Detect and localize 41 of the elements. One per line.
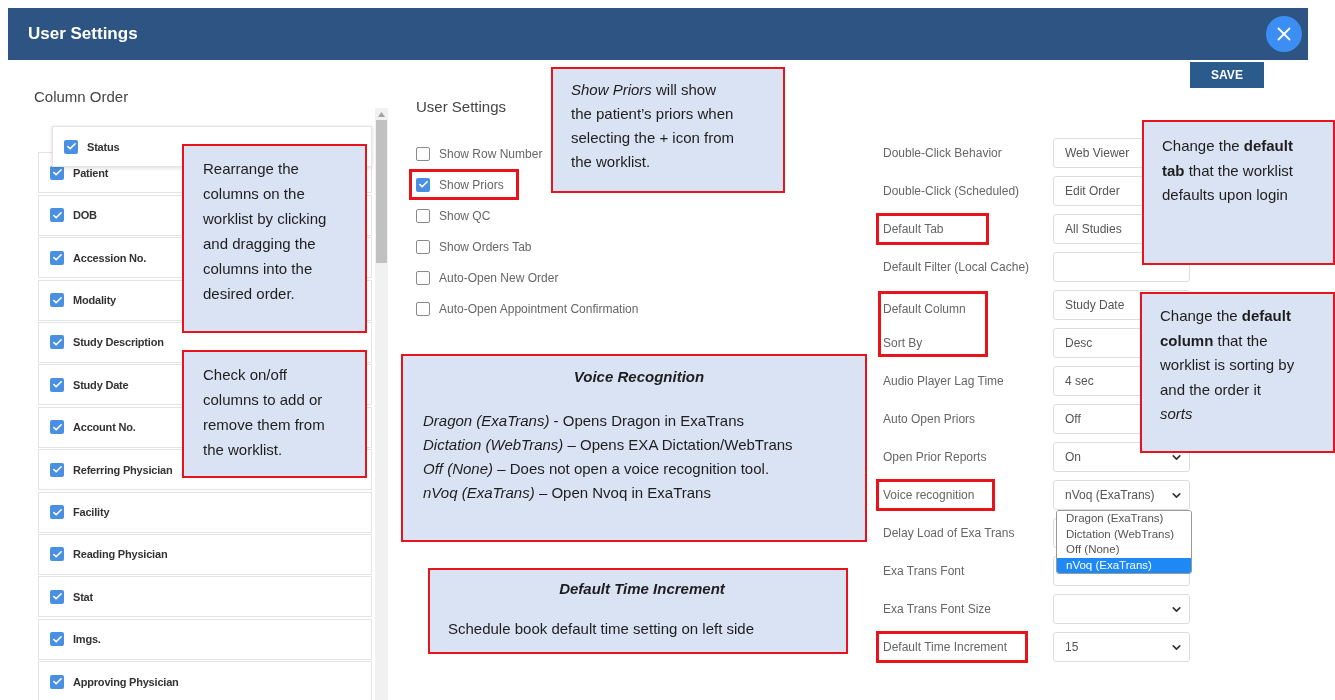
setting-label: Open Prior Reports [882,449,988,466]
column-label: Stat [73,590,93,603]
column-label: Accession No. [73,251,147,264]
callout-text: Schedule book default time setting on left side [448,619,756,639]
setting-label: Exa Trans Font Size [882,601,993,618]
section-title: User Settings [416,98,507,115]
window-title: User Settings [28,24,138,44]
column-label: Status [87,140,120,153]
callout-text: Dictation (WebTrans) – Opens EXA Dictation/WebTrans [423,435,794,455]
setting-label: Default Tab [876,213,989,245]
column-label: DOB [73,209,97,222]
callout-text: Off (None) – Does not open a voice recognition tool. [423,459,771,479]
setting-label: Default Filter (Local Cache) [882,259,1031,276]
setting-label: Voice recognition [876,479,996,511]
column-label: Modality [73,294,116,307]
callout-text: Dragon (ExaTrans) - Opens Dragon in ExaTrans [423,411,745,431]
callout-title: Default Time Increment [558,580,727,597]
callout-text: Rearrange the columns on the worklist by clicking and dragging the columns into the desired order. [203,159,328,304]
callout-text: Show Priors will show the patient’s priors when selecting the + icon from the worklist. [571,80,735,172]
setting-label: Default Column [883,302,967,316]
column-label: Reading Physician [73,548,168,561]
column-label: Facility [73,506,110,518]
column-label: Referring Physician [73,463,173,476]
column-label: Study Date [73,378,129,391]
setting-label: Double-Click Behavior [882,145,1003,162]
callout-text: Check on/off columns to add or remove them from the worklist. [203,365,326,460]
setting-label: Delay Load of Exa Trans [882,525,1016,542]
column-label: Imgs. [73,633,101,646]
setting-label: Audio Player Lag Time [882,373,1005,390]
column-label: Account No. [73,421,136,434]
callout-title: Voice Recognition [572,368,706,385]
column-label: Patient [73,166,109,179]
setting-label: Default Time Increment [876,631,1029,663]
setting-label: Double-Click (Scheduled) [882,183,1021,200]
callout-text: nVoq (ExaTrans) – Open Nvoq in ExaTrans [423,483,712,503]
section-title: Column Order [34,88,129,105]
column-label: Study Description [73,336,164,349]
setting-label: Sort By [883,336,924,350]
setting-label: Auto Open Priors [882,411,977,428]
column-label: Approving Physician [73,675,179,688]
setting-label: Exa Trans Font [882,563,966,580]
